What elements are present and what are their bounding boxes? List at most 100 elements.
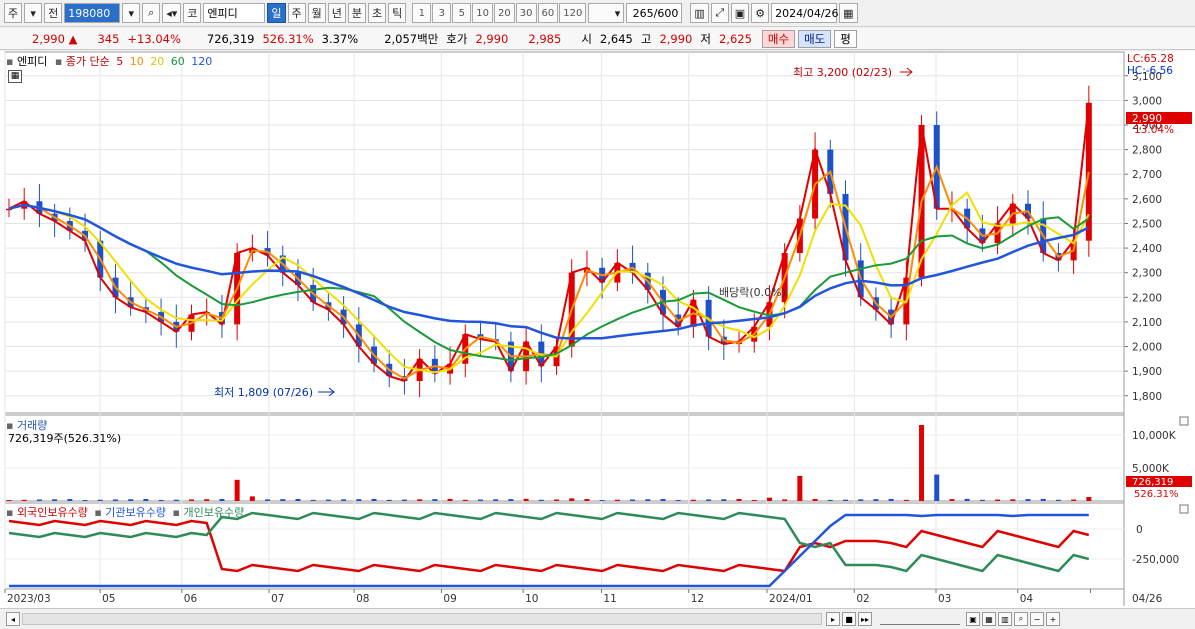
volume-bar (979, 499, 985, 501)
tab-6[interactable]: 틱 (388, 3, 407, 23)
date-field[interactable]: 2024/04/26 (771, 3, 839, 23)
x-tick-label: 2023/03 (7, 593, 51, 605)
stock-code-input[interactable]: 198080 (64, 3, 121, 23)
volume-bar (128, 499, 134, 501)
volume-bar (584, 499, 590, 501)
x-tick-label: 2024/01 (769, 593, 813, 605)
legend-institution: 기관보유수량 (105, 506, 167, 519)
volume-bar (569, 498, 575, 501)
volume-bar (265, 499, 271, 501)
interval-button-3[interactable]: 3 (432, 3, 452, 23)
tab-0[interactable]: 일 (267, 3, 286, 23)
prefix-button[interactable]: 전 (44, 3, 63, 23)
scroll-track[interactable] (22, 613, 822, 625)
sell-button[interactable]: 매도 (798, 29, 832, 48)
tab-4[interactable]: 분 (347, 3, 367, 23)
low-label: 저 (700, 31, 711, 46)
low-annotation: 최저 1,809 (07/26) (214, 386, 313, 399)
draw-icon[interactable]: ⤢ (710, 3, 729, 23)
market-button[interactable]: 코 (183, 3, 202, 23)
interval-button-30[interactable]: 30 (515, 3, 537, 23)
volume-bar (523, 498, 529, 501)
volume-bar (401, 499, 407, 501)
stock-name-field[interactable]: 엔피디 (203, 3, 266, 23)
tab-3[interactable]: 년 (327, 3, 346, 23)
price-tick-label: 2,500 (1132, 218, 1162, 230)
x-tick-label: 07 (271, 593, 284, 605)
play-icon[interactable]: ▸▸ (858, 612, 872, 626)
scroll-left-icon[interactable]: ◂ (6, 612, 20, 626)
code-dropdown-icon[interactable]: ▾ (122, 3, 141, 23)
period-button[interactable]: 주 (4, 3, 23, 23)
open-label: 시 (581, 31, 592, 46)
count-field[interactable]: 265/600 (626, 3, 683, 23)
scroll-right-icon[interactable]: ▸ (826, 612, 840, 626)
chart-toolbar: 주 ▾ 전 198080 ▾ ⌕ ◂▾ 코 엔피디 일주월년분초틱 1 3 5 10 2… (0, 0, 1195, 27)
period-dropdown-icon[interactable]: ▾ (24, 3, 43, 23)
volume-bar (1071, 499, 1077, 501)
volume-bar (219, 498, 225, 501)
interval-dropdown-icon[interactable]: ▾ (588, 3, 625, 23)
volume-bar (82, 499, 88, 501)
volume-bar (310, 499, 316, 501)
volume-bar (1055, 499, 1061, 501)
magnify-icon[interactable]: ⌕ (1014, 612, 1028, 626)
price-chart-svg[interactable]: 3,1003,0002,9002,8002,7002,6002,5002,400… (0, 51, 1195, 608)
legend-ma-label: 종가 단순 (65, 55, 110, 68)
volume-bar (67, 499, 73, 501)
ask-price: 2,990 (475, 31, 509, 46)
interval-button-60[interactable]: 60 (537, 3, 559, 23)
candle-icon[interactable]: ▥ (690, 3, 709, 23)
speaker-icon[interactable]: ◂▾ (162, 3, 182, 23)
table-icon[interactable]: ▦ (8, 70, 22, 83)
volume-bar (158, 499, 164, 501)
volume-bar (143, 498, 149, 501)
buy-button[interactable]: 매수 (761, 29, 796, 48)
gear-icon[interactable]: ⚙ (751, 3, 770, 23)
zoom-in-icon[interactable]: + (1046, 612, 1060, 626)
legend-ma-20: 20 (150, 55, 165, 68)
zoom-slider[interactable] (880, 613, 960, 625)
search-icon[interactable]: ⌕ (142, 3, 161, 23)
volume-bar (21, 499, 27, 501)
volume-bar (766, 497, 772, 501)
volume-bar (599, 499, 605, 501)
average-button[interactable]: 평 (834, 29, 857, 48)
grid-icon[interactable]: ▦ (982, 612, 996, 626)
interval-button-120[interactable]: 120 (559, 3, 587, 23)
split-icon[interactable]: ▥ (998, 612, 1012, 626)
volume-bar (173, 499, 179, 501)
zoom-out-icon[interactable]: − (1030, 612, 1044, 626)
layout-icon[interactable]: ▣ (966, 612, 980, 626)
volume-bar (782, 499, 788, 501)
stop-icon[interactable]: ■ (842, 612, 856, 626)
interval-buttons: 1 3 5 10 20 30 60 120 (412, 3, 587, 23)
volume-bar (660, 499, 666, 501)
price-value: 2,990 (32, 31, 65, 46)
volume-bar (6, 500, 12, 501)
interval-button-10[interactable]: 10 (472, 3, 494, 23)
volume-bar (1010, 499, 1016, 501)
volume-bar (827, 499, 833, 501)
volume-bar (341, 499, 347, 501)
price-tick-label: 2,000 (1132, 342, 1162, 354)
price-tick-label: 3,000 (1132, 95, 1162, 107)
x-tick-label: 04 (1020, 593, 1034, 605)
calendar-icon[interactable]: ▦ (839, 3, 858, 23)
price-tick-label: 2,800 (1132, 145, 1162, 157)
tab-5[interactable]: 초 (368, 3, 387, 23)
investor-legend: ▪ 외국인보유수량 ▪ 기관보유수량 ▪ 개인보유수량 (6, 504, 244, 520)
chart-scrollbar[interactable]: ◂ ▸ ■ ▸▸ ▣ ▦ ▥ ⌕ − + (0, 608, 1195, 629)
tab-1[interactable]: 주 (287, 3, 306, 23)
legend-foreign: 외국인보유수량 (16, 506, 88, 519)
interval-button-20[interactable]: 20 (494, 3, 515, 23)
price-tick-label: 2,100 (1132, 317, 1162, 329)
x-tick-label: 09 (443, 593, 456, 605)
interval-button-5[interactable]: 5 (452, 3, 472, 23)
tab-2[interactable]: 월 (307, 3, 326, 23)
save-icon[interactable]: ▣ (730, 3, 750, 23)
interval-button-1[interactable]: 1 (412, 3, 432, 23)
chart-area[interactable]: 3,100 3,000 2,900 2,800 2,700 2,600 2,500 2,400… (0, 51, 1195, 629)
volume-bar (432, 499, 438, 501)
open-price: 2,645 (599, 31, 633, 46)
